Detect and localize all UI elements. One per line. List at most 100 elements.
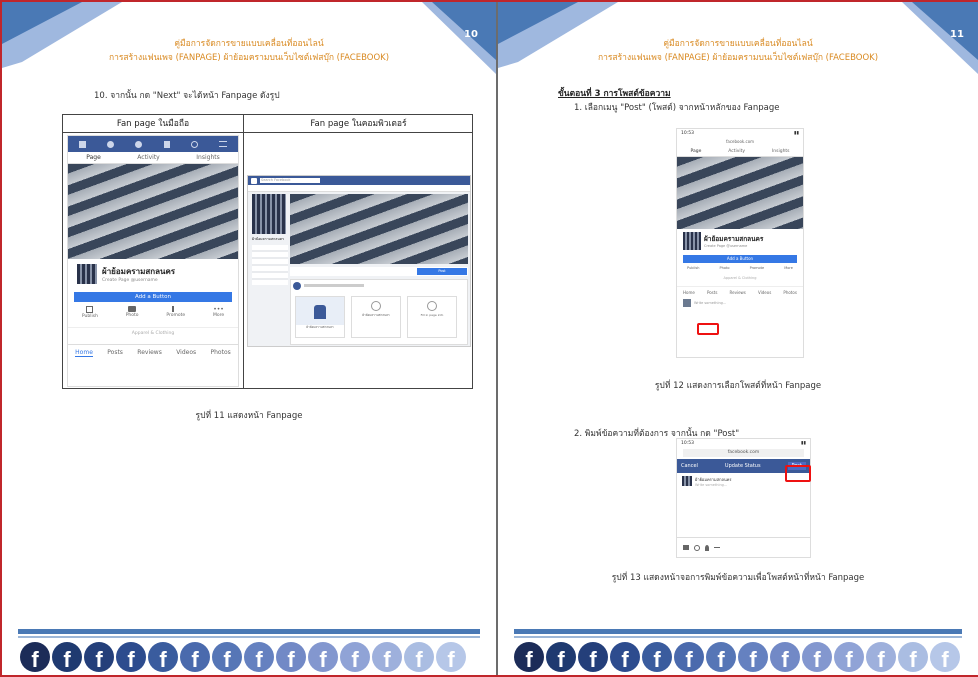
- promote-action[interactable]: Promote: [750, 266, 765, 270]
- status-textarea[interactable]: Write something...: [695, 483, 732, 487]
- facebook-logo-icon: [251, 177, 257, 184]
- composer-row[interactable]: Write something...: [677, 295, 803, 311]
- battery-icon: ▮▮: [794, 131, 799, 136]
- cancel-button[interactable]: Cancel: [681, 463, 698, 469]
- profile-picture: [76, 263, 98, 285]
- feed-header: [291, 280, 467, 292]
- composer-toolbar: [677, 537, 810, 557]
- tab-insights[interactable]: Insights: [772, 149, 790, 154]
- tab-reviews[interactable]: Reviews: [730, 290, 746, 295]
- promote-action[interactable]: Promote: [166, 306, 185, 319]
- phone1-bottom-tabs: Home Posts Reviews Videos Photos: [677, 286, 803, 295]
- add-button[interactable]: Add a Button: [74, 292, 232, 302]
- tab-videos[interactable]: Videos: [176, 349, 196, 357]
- facebook-logo-icon: f: [276, 642, 306, 672]
- location-icon[interactable]: [705, 544, 709, 551]
- facebook-logo-icon: f: [578, 642, 608, 672]
- mobile-fanpage-screenshot: Page Activity Insights ผ้าย้อมครามสกลนคร…: [67, 135, 239, 387]
- feed-card-2: ผ้าย้อมครามสกลนคร: [351, 296, 401, 338]
- flag-icon: [78, 140, 86, 148]
- camera-icon[interactable]: [683, 545, 689, 550]
- comparison-table: Fan page ในมือถือ Fan page ในคอมพิวเตอร์…: [62, 114, 473, 389]
- add-button[interactable]: Add a Button: [683, 255, 797, 263]
- people-icon: [106, 140, 114, 148]
- desktop-search[interactable]: Search Facebook: [260, 178, 320, 183]
- header-subtitle: การสร้างแฟนเพจ (FANPAGE) ผ้าย้อมครามบนเว…: [108, 53, 390, 63]
- facebook-logo-icon: f: [802, 642, 832, 672]
- table-header-mobile: Fan page ในมือถือ: [63, 115, 243, 133]
- card-illustration: [296, 297, 344, 325]
- footer-logo-row: ffffffffffffff: [20, 642, 466, 672]
- desktop-cover-photo: [290, 194, 468, 264]
- megaphone-icon: [171, 306, 180, 312]
- url-bar: facebook.com: [683, 449, 804, 457]
- phone-screenshot-1: 10:53 ▮▮ facebook.com Page Activity Insig…: [676, 128, 804, 358]
- figure-caption: รูปที่ 11 แสดงหน้า Fanpage: [195, 411, 303, 421]
- facebook-logo-icon: f: [20, 642, 50, 672]
- tab-page[interactable]: Page: [690, 149, 701, 154]
- left-page: 10 คู่มือการจัดการขายแบบเคลื่อนที่ออนไลน…: [2, 2, 496, 675]
- tab-posts[interactable]: Posts: [707, 290, 717, 295]
- facebook-logo-icon: f: [738, 642, 768, 672]
- tab-activity[interactable]: Activity: [728, 149, 745, 154]
- page-name: ผ้าย้อมครามสกลนคร: [102, 267, 176, 276]
- photo-action[interactable]: Photo: [720, 266, 730, 270]
- status-bar: 10:53 ▮▮: [681, 441, 806, 446]
- search-icon: [190, 140, 198, 148]
- tab-insights[interactable]: Insights: [196, 154, 219, 161]
- table-header-desktop: Fan page ในคอมพิวเตอร์: [244, 115, 473, 133]
- more-icon[interactable]: [714, 547, 720, 548]
- tab-reviews[interactable]: Reviews: [137, 349, 162, 357]
- tab-posts[interactable]: Posts: [107, 349, 123, 357]
- desktop-post-button[interactable]: Post: [417, 268, 467, 275]
- tab-photos[interactable]: Photos: [783, 290, 797, 295]
- facebook-logo-icon: f: [244, 642, 274, 672]
- photo-action[interactable]: Photo: [126, 306, 139, 319]
- publish-action[interactable]: Publish: [687, 266, 699, 270]
- facebook-logo-icon: f: [436, 642, 466, 672]
- composer-title: Update Status: [724, 463, 761, 469]
- desktop-page-name: ผ้าย้อมครามสกลนคร: [252, 237, 284, 241]
- facebook-logo-icon: f: [674, 642, 704, 672]
- more-action[interactable]: More: [784, 266, 793, 270]
- more-icon: •••: [213, 306, 224, 313]
- tab-home[interactable]: Home: [75, 349, 93, 357]
- emoji-icon[interactable]: [694, 544, 700, 551]
- feed-text-line: [304, 284, 364, 287]
- posts-highlight-box: [697, 323, 719, 335]
- desktop-left-column: ผ้าย้อมครามสกลนคร: [252, 194, 288, 344]
- category-label: Apparel & Clothing: [68, 327, 238, 336]
- page-username: Create Page @username: [704, 244, 748, 248]
- action-row: Publish Photo Promote More: [677, 266, 803, 270]
- publish-action[interactable]: Publish: [82, 306, 98, 319]
- facebook-logo-icon: f: [514, 642, 544, 672]
- battery-icon: ▮▮: [801, 441, 806, 446]
- figure-caption-12: รูปที่ 12 แสดงการเลือกโพสต์ที่หน้า Fanpa…: [654, 381, 822, 391]
- step1-text: 1. เลือกเมนู "Post" (โพสต์) จากหน้าหลักข…: [574, 103, 780, 113]
- footer-line: [514, 629, 962, 634]
- tab-activity[interactable]: Activity: [137, 154, 159, 161]
- page-identity: ผ้าย้อมครามสกลนคร Create Page @username: [677, 229, 803, 253]
- tab-page[interactable]: Page: [86, 154, 101, 161]
- action-row: Publish Photo Promote ••• More: [68, 306, 238, 319]
- facebook-logo-icon: f: [84, 642, 114, 672]
- facebook-logo-icon: f: [148, 642, 178, 672]
- desktop-top-bar: Search Facebook: [248, 176, 470, 185]
- more-action[interactable]: ••• More: [213, 306, 224, 319]
- table-divider: [243, 115, 244, 388]
- tab-home[interactable]: Home: [683, 290, 695, 295]
- right-page: 11 คู่มือการจัดการขายแบบเคลื่อนที่ออนไลน…: [498, 2, 978, 675]
- feed-avatar: [293, 282, 301, 290]
- author-name: ผ้าย้อมครามสกลนคร: [695, 477, 732, 482]
- tab-photos[interactable]: Photos: [211, 349, 231, 357]
- feed-card-1: ผ้าย้อมครามสกลนคร: [295, 296, 345, 338]
- step-text: 10. จากนั้น กด "Next" จะได้หน้า Fanpage …: [94, 91, 280, 101]
- facebook-logo-icon: f: [52, 642, 82, 672]
- tab-videos[interactable]: Videos: [758, 290, 771, 295]
- facebook-logo-icon: f: [212, 642, 242, 672]
- composer-avatar: [683, 299, 691, 307]
- document-spread: 10 คู่มือการจัดการขายแบบเคลื่อนที่ออนไลน…: [0, 0, 978, 677]
- category-label: Apparel & Clothing: [723, 276, 757, 280]
- facebook-logo-icon: f: [898, 642, 928, 672]
- facebook-logo-icon: f: [116, 642, 146, 672]
